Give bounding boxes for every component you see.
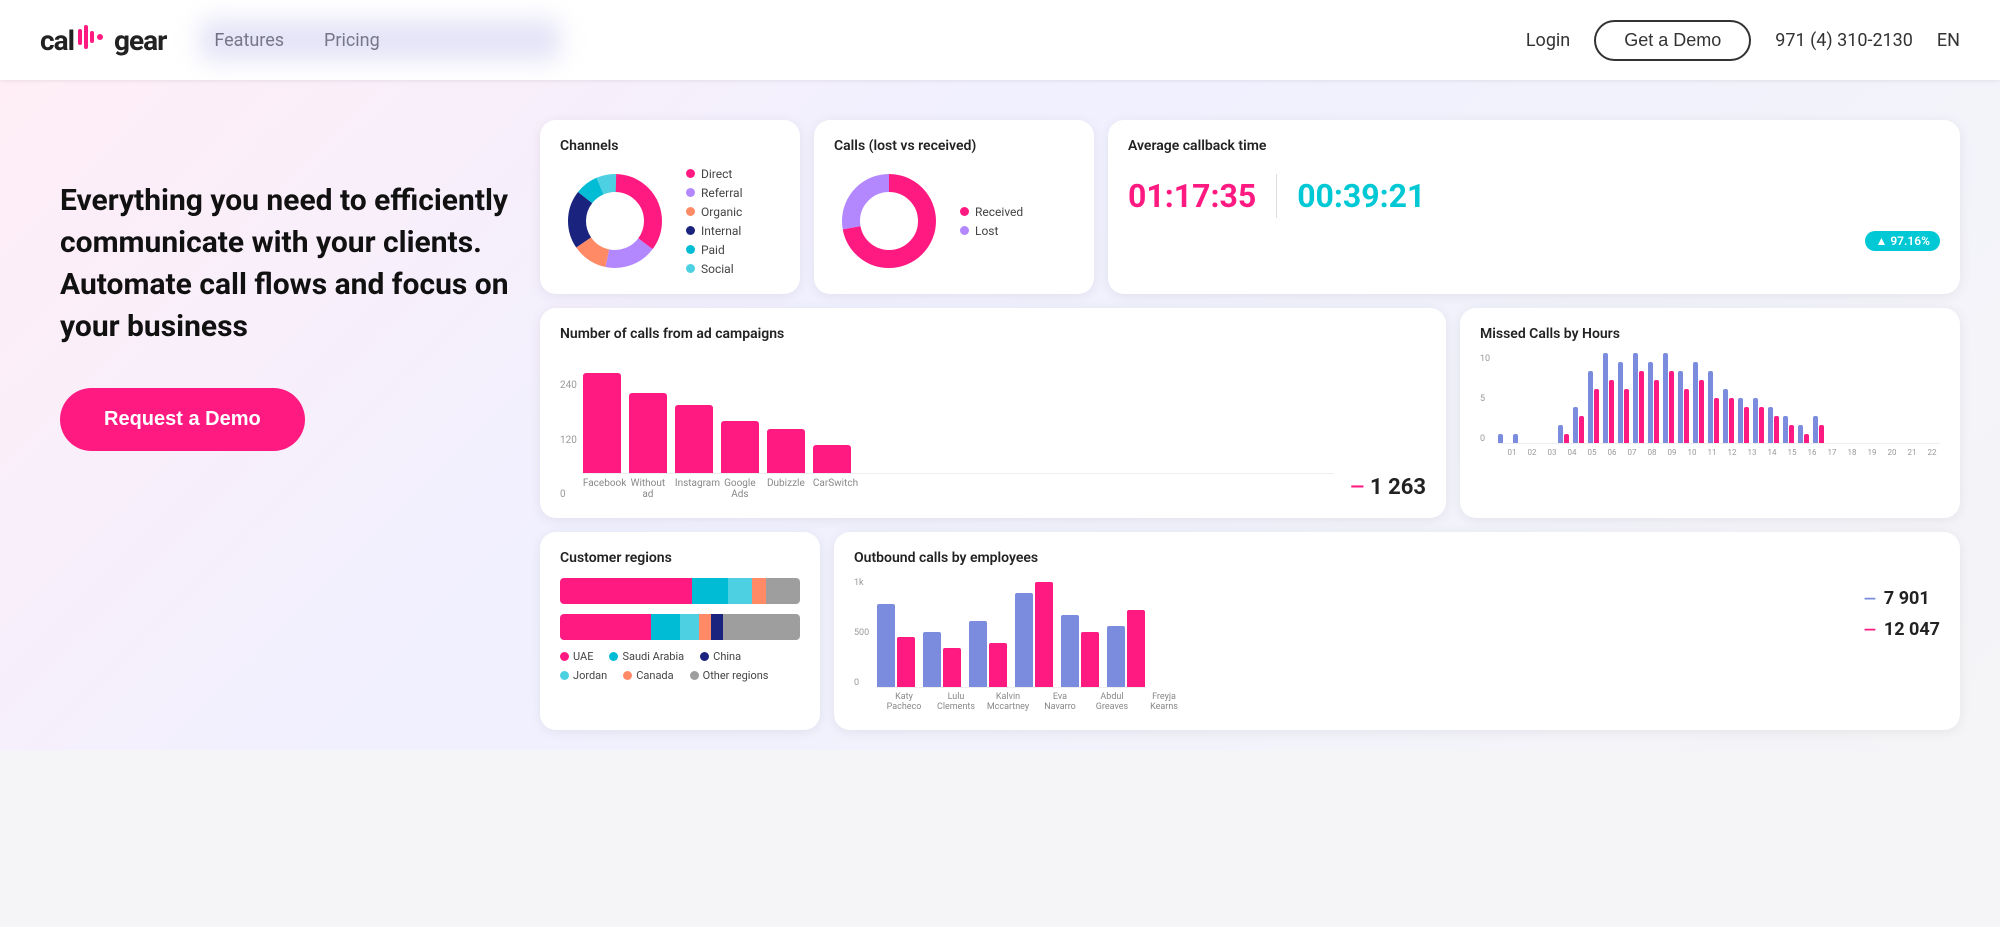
- calls-body: Received Lost: [834, 166, 1074, 276]
- out-bar-chart: [877, 578, 1145, 688]
- missed-calls-title: Missed Calls by Hours: [1480, 326, 1940, 342]
- language-selector[interactable]: EN: [1937, 30, 1960, 51]
- missed-calls-chart-wrap: 10 5 0: [1480, 354, 1940, 457]
- total-dash: —: [1350, 477, 1364, 498]
- navbar: cal gear Features Pricing Login Get a De…: [0, 0, 2000, 80]
- callback-divider: [1276, 174, 1277, 218]
- total-pink: — 12 047: [1864, 619, 1940, 640]
- callback-badge: ▲ 97.16%: [1865, 231, 1940, 251]
- customer-regions-widget: Customer regions: [540, 532, 820, 730]
- calls-title: Calls (lost vs received): [834, 138, 1074, 154]
- ad-campaigns-title: Number of calls from ad campaigns: [560, 326, 1426, 342]
- channels-legend: Direct Referral Organic Internal Paid So…: [686, 167, 743, 276]
- nav-features[interactable]: Features: [214, 30, 284, 51]
- callback-title: Average callback time: [1128, 138, 1940, 154]
- total-blue: — 7 901: [1864, 588, 1940, 609]
- callback-time-2: 00:39:21: [1297, 177, 1425, 215]
- callback-widget: Average callback time 01:17:35 00:39:21 …: [1108, 120, 1960, 294]
- ad-total: — 1 263: [1350, 475, 1426, 500]
- phone-number: 971 (4) 310-2130: [1775, 30, 1913, 51]
- channels-widget: Channels: [540, 120, 800, 294]
- bar-dubizzle: [767, 429, 805, 473]
- logo-icon: [76, 21, 112, 60]
- navbar-right: Login Get a Demo 971 (4) 310-2130 EN: [1526, 20, 1960, 61]
- out-labels: KatyPacheco LuluClements KalvinMccartney…: [854, 692, 1848, 712]
- channels-title: Channels: [560, 138, 780, 154]
- y-labels: 240 120 0: [560, 380, 577, 500]
- hero-title: Everything you need to efficiently commu…: [60, 180, 520, 348]
- row-1: Channels: [540, 120, 1960, 294]
- customer-regions-title: Customer regions: [560, 550, 800, 566]
- callback-times: 01:17:35 00:39:21: [1128, 174, 1940, 218]
- navbar-left: cal gear Features Pricing: [40, 21, 380, 60]
- dashboard-area: Channels: [520, 120, 1960, 730]
- request-demo-button[interactable]: Request a Demo: [60, 388, 305, 451]
- bar-chart: [583, 354, 1334, 474]
- nav-pricing[interactable]: Pricing: [324, 30, 380, 51]
- bar-instagram: [675, 405, 713, 473]
- ad-campaigns-body: 240 120 0: [560, 354, 1426, 500]
- regions-legend: UAE Saudi Arabia China Jordan Canada Oth…: [560, 650, 800, 682]
- hero-section: Everything you need to efficiently commu…: [0, 80, 2000, 750]
- stacked-bar-2: [560, 614, 800, 640]
- row-2: Number of calls from ad campaigns 240 12…: [540, 308, 1960, 518]
- bar-without-ad: [629, 393, 667, 473]
- outbound-title: Outbound calls by employees: [854, 550, 1940, 566]
- logo[interactable]: cal gear: [40, 21, 166, 60]
- login-link[interactable]: Login: [1526, 30, 1570, 51]
- outbound-body: 1k 500 0: [854, 578, 1940, 712]
- get-demo-button[interactable]: Get a Demo: [1594, 20, 1751, 61]
- row-3: Customer regions: [540, 532, 1960, 730]
- bar-facebook: [583, 373, 621, 473]
- bar-chart-area: Facebook Without ad Instagram Google Ads…: [583, 354, 1334, 500]
- calls-donut: [834, 166, 944, 276]
- channels-body: Direct Referral Organic Internal Paid So…: [560, 166, 780, 276]
- missed-calls-chart: [1498, 354, 1940, 444]
- stacked-bar-1: [560, 578, 800, 604]
- callback-time-1: 01:17:35: [1128, 177, 1256, 215]
- outbound-widget: Outbound calls by employees 1k 500 0: [834, 532, 1960, 730]
- callback-body: 01:17:35 00:39:21 ▲ 97.16%: [1128, 166, 1940, 249]
- calls-widget: Calls (lost vs received) Received Lost: [814, 120, 1094, 294]
- missed-calls-widget: Missed Calls by Hours 10 5 0: [1460, 308, 1960, 518]
- nav-links: Features Pricing: [214, 30, 379, 51]
- total-value: 1 263: [1370, 475, 1426, 500]
- outbound-chart: 1k 500 0: [854, 578, 1848, 712]
- bar-carswitch: [813, 445, 851, 473]
- logo-text-right: gear: [114, 24, 166, 57]
- logo-text-left: cal: [40, 24, 74, 57]
- bar-google: [721, 421, 759, 473]
- calls-legend: Received Lost: [960, 205, 1023, 238]
- ad-campaigns-widget: Number of calls from ad campaigns 240 12…: [540, 308, 1446, 518]
- hour-labels: 010203 040506 070809 101112 131415 16171…: [1480, 448, 1940, 457]
- channels-donut: [560, 166, 670, 276]
- bar-labels: Facebook Without ad Instagram Google Ads…: [583, 478, 1334, 500]
- hero-left: Everything you need to efficiently commu…: [60, 120, 520, 451]
- outbound-totals: — 7 901 — 12 047: [1864, 578, 1940, 640]
